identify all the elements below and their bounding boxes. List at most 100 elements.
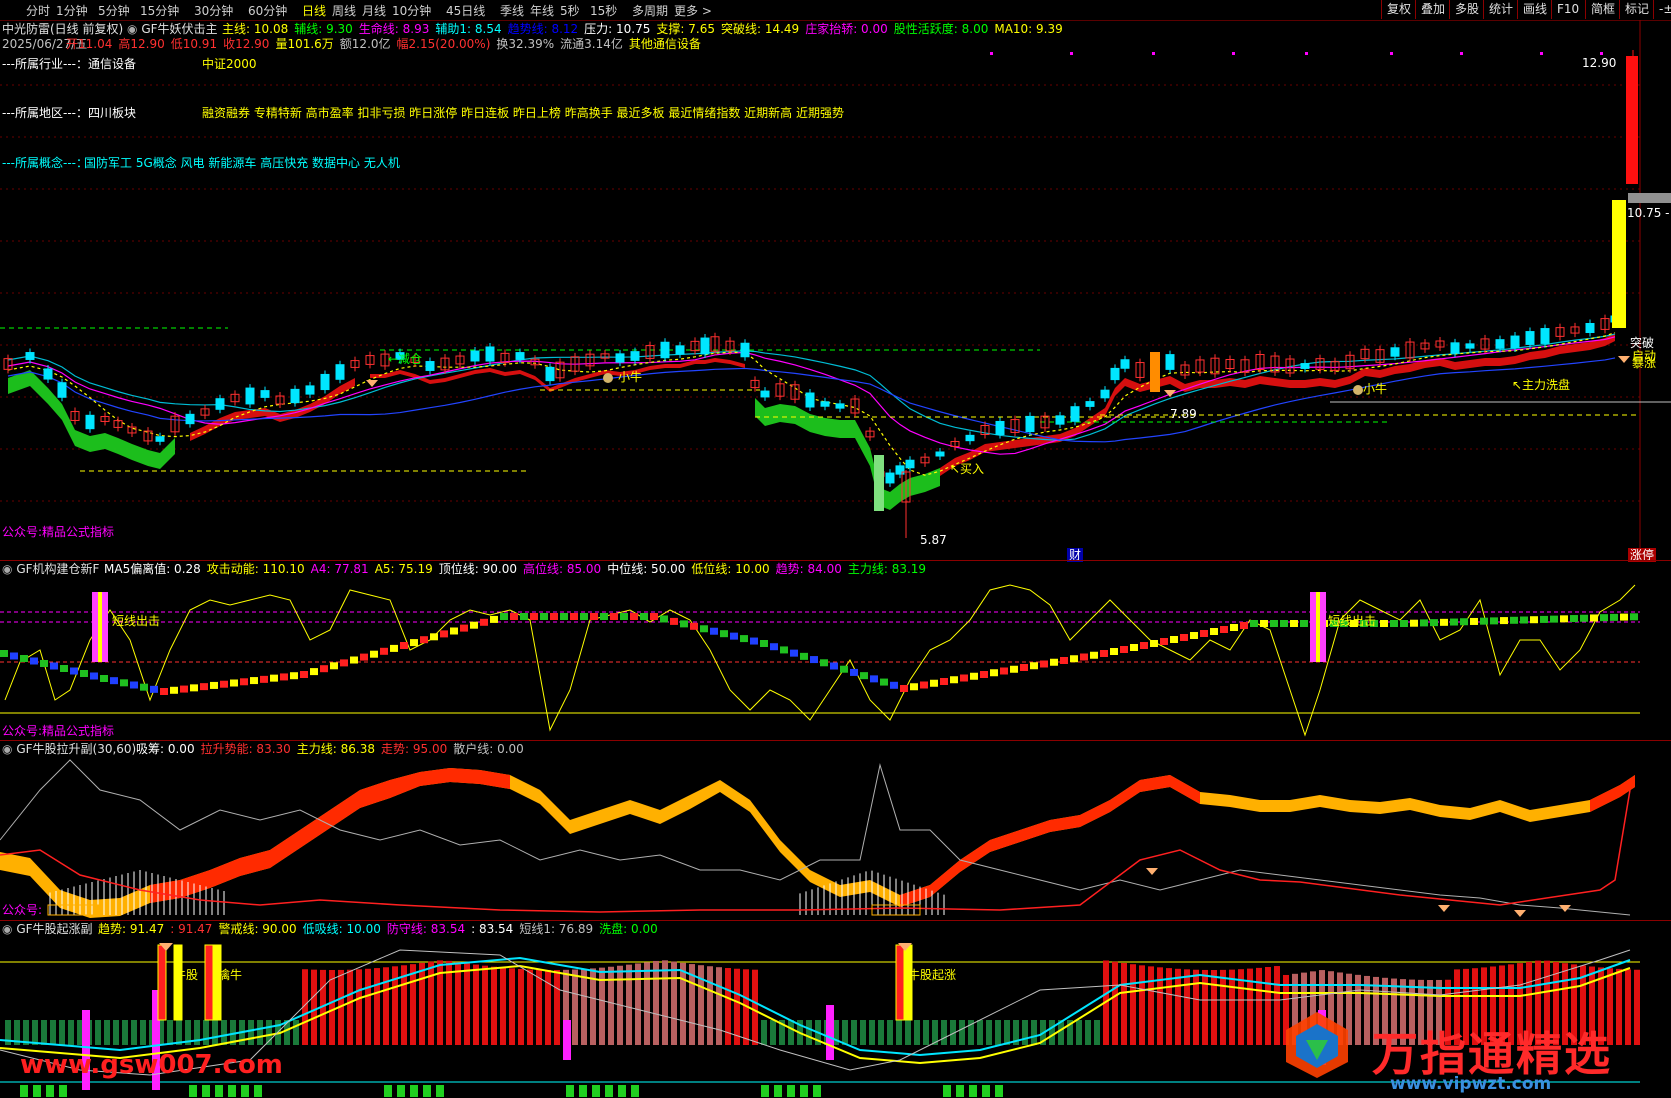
panel2-band-block [740,635,748,643]
panel2-band-block [950,676,958,684]
watermark-site-1: www.gsw007.com [20,1050,283,1080]
panel2-gear-icon[interactable]: ◉ [2,562,12,576]
panel2-band-block [420,636,428,644]
panel4-bar [1049,1020,1055,1045]
panel2-band-block [1110,648,1118,655]
panel2-band-block [410,639,418,647]
panel2-band-block [60,665,68,672]
zhuli-label: ↖主力洗盘 [1512,378,1571,392]
panel4-green-tick [33,1085,41,1097]
panel4-bar [1022,1020,1028,1045]
panel4-bar [293,1020,299,1045]
panel2-name[interactable]: GF机构建仓新F [16,562,99,576]
panel4-bar [374,968,380,1045]
panel2-band-block [1500,617,1508,625]
diamond-marker-2 [1618,356,1630,363]
panel2-band-block [40,660,48,667]
panel2-signal-1: 短线出击 [112,614,161,628]
xiaoniu-label-1: 小牛 [618,370,643,384]
panel4-signal-bar-1 [173,944,183,1021]
panel2-band-block [110,677,118,685]
panel2-band-block [1280,620,1288,627]
panel-divider-3[interactable] [0,920,1671,921]
panel2-band-block [1240,622,1248,629]
panel2-band-block [1050,658,1058,666]
candle [425,361,435,371]
panel-divider-1[interactable] [0,560,1671,561]
panel2-band-block [650,613,658,620]
panel2-band-block [1090,651,1098,659]
candle [43,368,53,380]
panel2-band-block [1010,665,1018,673]
panel2-band-block [1460,618,1468,626]
panel4-name[interactable]: GF牛股起涨副 [16,922,92,936]
money-bag-icon-0 [603,373,613,383]
panel2-band-block [1630,613,1638,621]
candle [1025,415,1035,433]
panel2-band-block [770,643,778,651]
panel2-band-block [210,681,218,689]
panel3-gear-icon[interactable]: ◉ [2,742,12,756]
panel4-bar [203,1020,209,1045]
jiancang-label: ←减仓 [388,352,423,366]
candle [675,345,685,355]
panel4-bar [410,964,416,1045]
panel4-gear-icon[interactable]: ◉ [2,922,12,936]
candle [905,459,915,469]
panel4-green-tick [59,1085,67,1097]
panel2-band-block [1510,616,1518,624]
panel3-footer: 公众号: [2,903,43,917]
panel4-green-tick [761,1085,769,1097]
trend-ribbon-green-2 [755,398,940,510]
panel2-band-block [1540,615,1548,623]
top-marker-7 [1540,52,1543,55]
panel2-band-block [230,679,238,687]
panel4-green-tick [254,1085,262,1097]
panel2-band-block [220,680,228,688]
panel2-band-block [840,665,848,673]
panel4-bar [221,1020,227,1045]
panel3-diamond-2 [1514,910,1526,917]
panel2-band-block [1200,630,1208,637]
candle [290,388,300,404]
panel4-bar [554,969,560,1045]
p4vals-item-2: 警戒线: 90.00 [218,922,297,936]
panel2-band-block [320,665,328,673]
p4vals-item-6: 短线1: 76.89 [519,922,594,936]
panel2-band-block [670,617,678,625]
panel4-green-tick [241,1085,249,1097]
panel2-band-block [1030,662,1038,670]
panel4-bar [527,969,533,1045]
panel4-green-tick [410,1085,418,1097]
panel4-bar [500,967,506,1045]
panel2-band-block [310,668,318,676]
panel4-bar [1202,969,1208,1045]
panel2-band-block [150,685,158,693]
candle [335,364,345,380]
candle [85,414,95,430]
panel4-bar [644,962,650,1045]
candle [1495,339,1505,349]
panel2-band-block [1300,620,1308,627]
panel2-band-block [1470,617,1478,625]
panel2-band-block [1410,619,1418,627]
diamond-marker-0 [366,380,378,387]
panel2-band-block [1140,642,1148,649]
panel2-band-block [580,613,588,620]
panel2-band-block [540,613,548,620]
panel2-band-block [330,662,338,670]
price-marker [1628,193,1671,203]
panel-divider-2[interactable] [0,740,1671,741]
panel2-band-block [0,650,8,657]
panel2-band-block [1120,646,1128,653]
panel4-bar [941,1020,947,1045]
panel2-band-block [1020,664,1028,671]
candle [215,398,225,410]
panel4-bar [1004,1020,1010,1045]
candle [1070,406,1080,422]
panel4-bar [491,966,497,1045]
panel3-name[interactable]: GF牛股拉升副(30,60) [16,742,136,756]
panel4-bar [1148,966,1154,1045]
panel4-bar [761,1020,767,1045]
panel2-band-block [1580,614,1588,622]
